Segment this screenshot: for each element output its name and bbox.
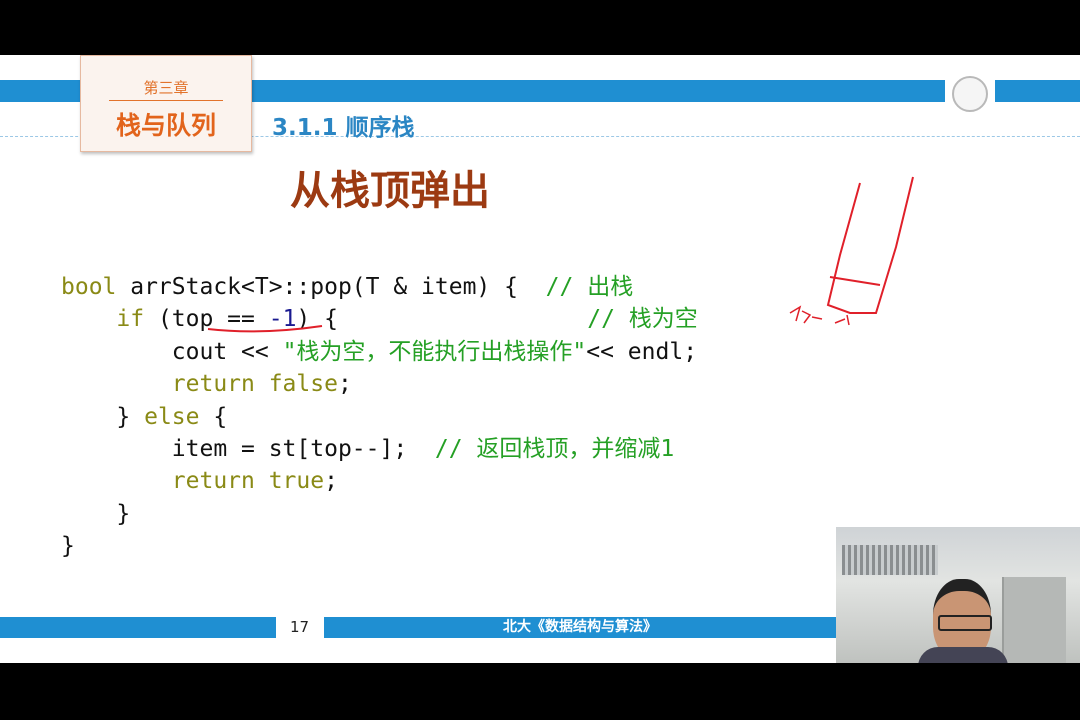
person (918, 579, 1008, 663)
slide: 第三章 栈与队列 3.1.1 顺序栈 从栈顶弹出 bool arrStack<T… (0, 55, 1080, 663)
top-label-scribble (789, 305, 823, 324)
underline-annotation (207, 325, 323, 333)
cabinet (1002, 577, 1066, 663)
ceiling-vent (842, 545, 938, 575)
footer-bar-left (0, 617, 276, 638)
webcam-video (836, 527, 1080, 663)
page-number: 17 (290, 618, 310, 636)
footer-text: 北大《数据结构与算法》 (503, 619, 657, 635)
stack-drawing (826, 176, 914, 314)
